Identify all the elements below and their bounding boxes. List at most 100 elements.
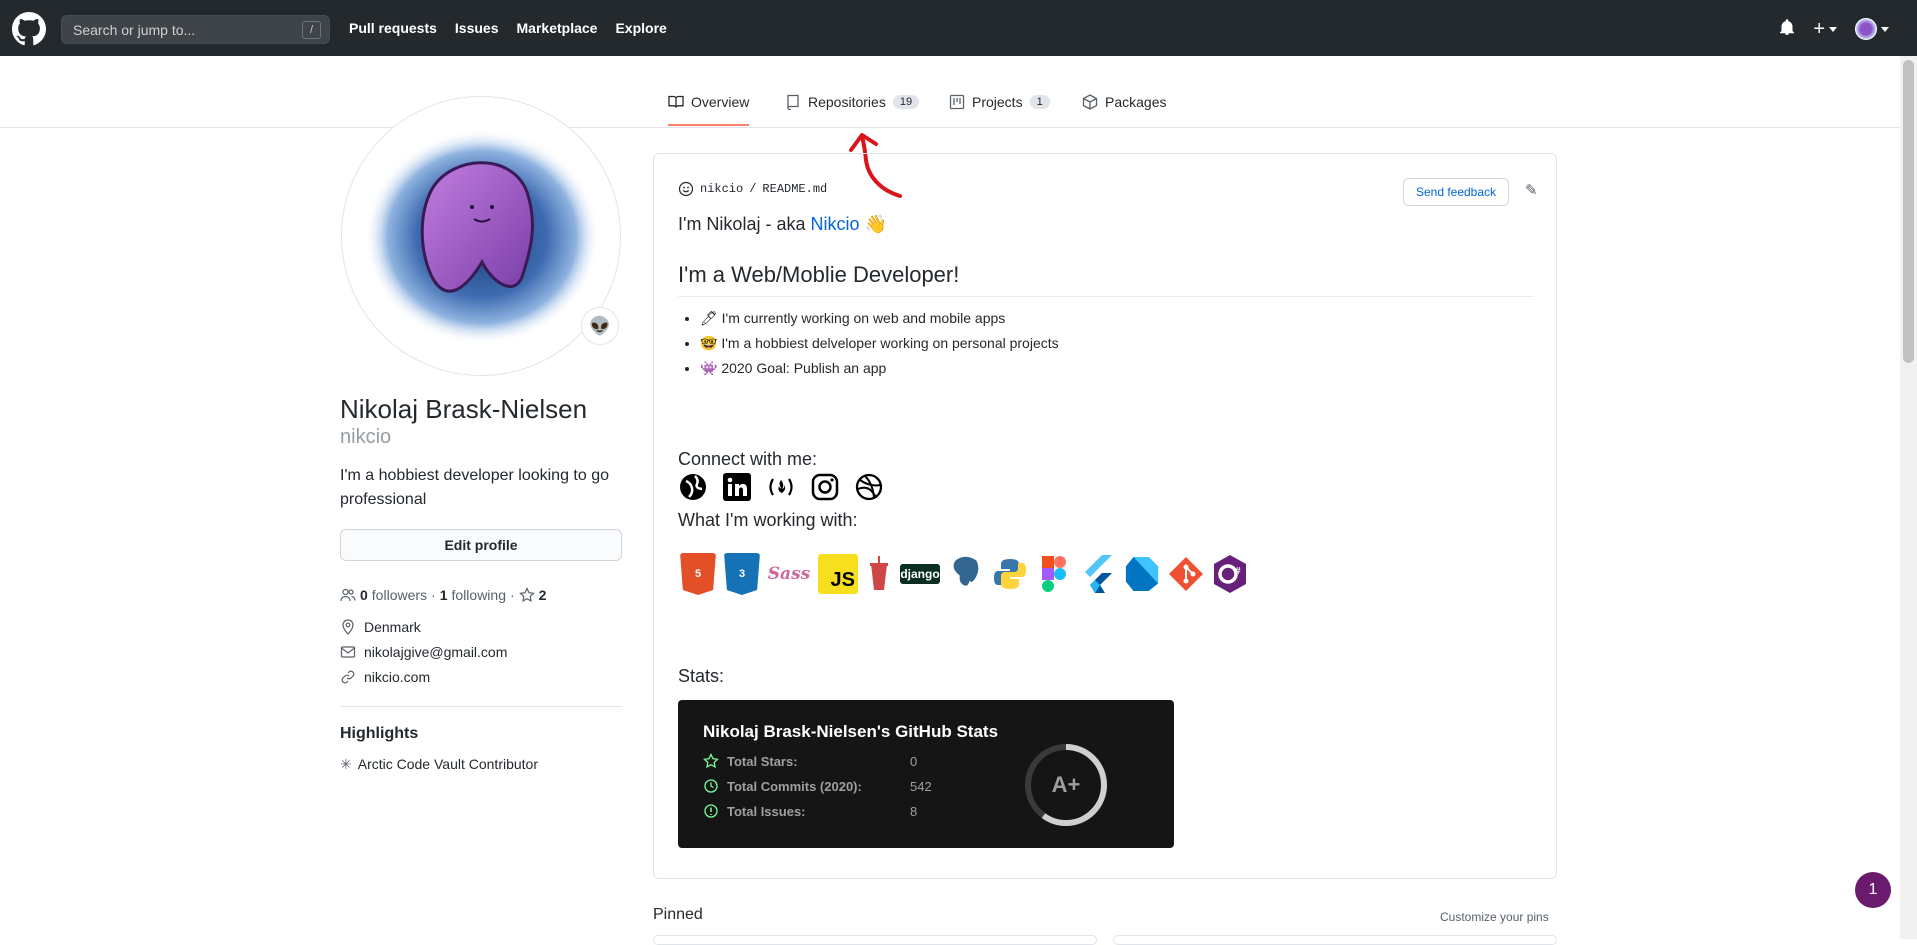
working-title: What I'm working with: xyxy=(678,510,858,530)
primary-nav: Pull requests Issues Marketplace Explore xyxy=(349,20,667,36)
mail-icon xyxy=(340,646,356,658)
location-item: Denmark xyxy=(340,619,421,635)
star-icon xyxy=(703,753,719,769)
tab-label: Overview xyxy=(691,94,750,110)
stats-title: Stats: xyxy=(678,666,725,686)
readme-path: nikcio / README.md xyxy=(678,181,827,197)
dribbble-icon[interactable] xyxy=(854,472,884,502)
nav-issues[interactable]: Issues xyxy=(455,20,499,36)
connect-title: Connect with me: xyxy=(678,449,818,469)
repo-icon xyxy=(787,94,799,110)
user-avatar-menu[interactable] xyxy=(1855,18,1889,40)
tab-label: Repositories xyxy=(808,94,886,110)
send-feedback-button[interactable]: Send feedback xyxy=(1403,178,1509,206)
nav-marketplace[interactable]: Marketplace xyxy=(517,20,598,36)
location-text: Denmark xyxy=(364,619,421,635)
sidebar-divider xyxy=(340,706,622,707)
linkedin-icon[interactable] xyxy=(722,472,752,502)
profile-bio: I'm a hobbiest developer looking to go p… xyxy=(340,467,610,508)
highlight-item[interactable]: ✳ Arctic Code Vault Contributor xyxy=(340,756,538,773)
email-link[interactable]: nikolajgive@gmail.com xyxy=(364,644,507,660)
css3-icon: 3 xyxy=(724,553,760,595)
pinned-card[interactable] xyxy=(1113,935,1557,945)
tech-icons: 5 3 Sass JS django # xyxy=(680,553,1248,595)
tab-overview[interactable]: Overview xyxy=(668,94,750,126)
github-stats-card: Nikolaj Brask-Nielsen's GitHub Stats Tot… xyxy=(678,700,1174,848)
tab-label: Packages xyxy=(1105,94,1167,110)
readme-user-link[interactable]: nikcio xyxy=(700,182,743,196)
stats-card-title: Nikolaj Brask-Nielsen's GitHub Stats xyxy=(703,722,999,741)
grade-ring: A+ xyxy=(1025,744,1107,826)
scrollbar-thumb[interactable] xyxy=(1903,60,1914,363)
followers-count[interactable]: 0 xyxy=(360,587,368,603)
gulp-icon xyxy=(866,553,892,595)
highlight-text: Arctic Code Vault Contributor xyxy=(357,756,538,772)
stat-row-issues: Total Issues: 8 xyxy=(703,803,917,819)
snowflake-icon: ✳ xyxy=(340,756,352,772)
github-logo-icon[interactable] xyxy=(12,12,46,46)
list-item: 🖊 I'm currently working on web and mobil… xyxy=(700,306,1059,331)
star-icon[interactable] xyxy=(518,587,535,603)
tab-label: Projects xyxy=(972,94,1023,110)
website-link[interactable]: nikcio.com xyxy=(364,669,430,685)
history-icon xyxy=(704,779,718,793)
following-count[interactable]: 1 xyxy=(440,587,448,603)
list-item: 👾 2020 Goal: Publish an app xyxy=(700,356,1059,381)
book-icon xyxy=(668,95,684,108)
link-icon xyxy=(341,670,355,684)
repo-count-badge: 19 xyxy=(892,95,920,109)
profile-avatar[interactable] xyxy=(341,96,621,376)
plus-icon[interactable]: + xyxy=(1813,19,1837,39)
scrollbar[interactable] xyxy=(1900,56,1917,939)
tab-repositories[interactable]: Repositories 19 xyxy=(785,94,920,110)
python-icon xyxy=(992,553,1028,595)
readme-file-link[interactable]: README.md xyxy=(762,182,827,196)
search-input[interactable]: Search or jump to... / xyxy=(61,15,330,44)
grade-text: A+ xyxy=(1052,772,1081,797)
nikcio-link[interactable]: Nikcio xyxy=(810,214,859,234)
stars-count[interactable]: 2 xyxy=(539,587,547,603)
tab-projects[interactable]: Projects 1 xyxy=(949,94,1050,110)
edit-profile-button[interactable]: Edit profile xyxy=(340,529,622,561)
status-emoji[interactable]: 👽 xyxy=(581,307,619,345)
email-item: nikolajgive@gmail.com xyxy=(340,644,507,660)
separator: · xyxy=(510,587,515,603)
stat-row-stars: Total Stars: 0 xyxy=(703,753,917,769)
html5-icon: 5 xyxy=(680,553,716,595)
notification-fab[interactable]: 1 xyxy=(1855,872,1891,908)
csharp-icon: # xyxy=(1212,553,1248,595)
search-shortcut-key: / xyxy=(302,21,321,39)
tab-packages[interactable]: Packages xyxy=(1082,94,1166,110)
path-separator: / xyxy=(749,182,757,196)
globe-icon[interactable] xyxy=(678,472,708,502)
search-placeholder: Search or jump to... xyxy=(73,22,196,38)
nav-pull-requests[interactable]: Pull requests xyxy=(349,20,437,36)
django-icon: django xyxy=(900,564,940,584)
website-item: nikcio.com xyxy=(340,669,430,685)
highlights-title: Highlights xyxy=(340,725,419,742)
freecodecamp-icon[interactable] xyxy=(766,472,796,502)
profile-readme: nikcio / README.md Send feedback ✎ I'm N… xyxy=(653,153,1557,879)
list-item: 🤓 I'm a hobbiest delveloper working on p… xyxy=(700,331,1059,356)
profile-tabs: Overview Repositories 19 Projects 1 Pack… xyxy=(0,56,1900,128)
people-icon xyxy=(340,588,356,602)
intro-text: I'm Nikolaj - aka xyxy=(678,214,811,234)
dart-icon xyxy=(1124,553,1160,595)
avatar-icon xyxy=(1855,18,1877,40)
smiley-icon xyxy=(678,181,694,197)
pencil-icon[interactable]: ✎ xyxy=(1525,181,1538,199)
following-label[interactable]: following xyxy=(452,587,506,603)
instagram-icon[interactable] xyxy=(810,472,840,502)
pinned-title: Pinned xyxy=(653,906,703,923)
location-icon xyxy=(342,619,354,635)
readme-intro: I'm Nikolaj - aka Nikcio 👋 xyxy=(678,214,887,235)
follow-stats: 0 followers · 1 following · 2 xyxy=(340,587,546,603)
project-count-badge: 1 xyxy=(1029,95,1050,109)
nav-explore[interactable]: Explore xyxy=(615,20,666,36)
bell-icon[interactable] xyxy=(1779,18,1795,40)
followers-label[interactable]: followers xyxy=(372,587,427,603)
figma-icon xyxy=(1036,553,1072,595)
pinned-card[interactable] xyxy=(653,935,1097,945)
project-icon xyxy=(949,94,965,110)
customize-pins-link[interactable]: Customize your pins xyxy=(1440,910,1549,924)
